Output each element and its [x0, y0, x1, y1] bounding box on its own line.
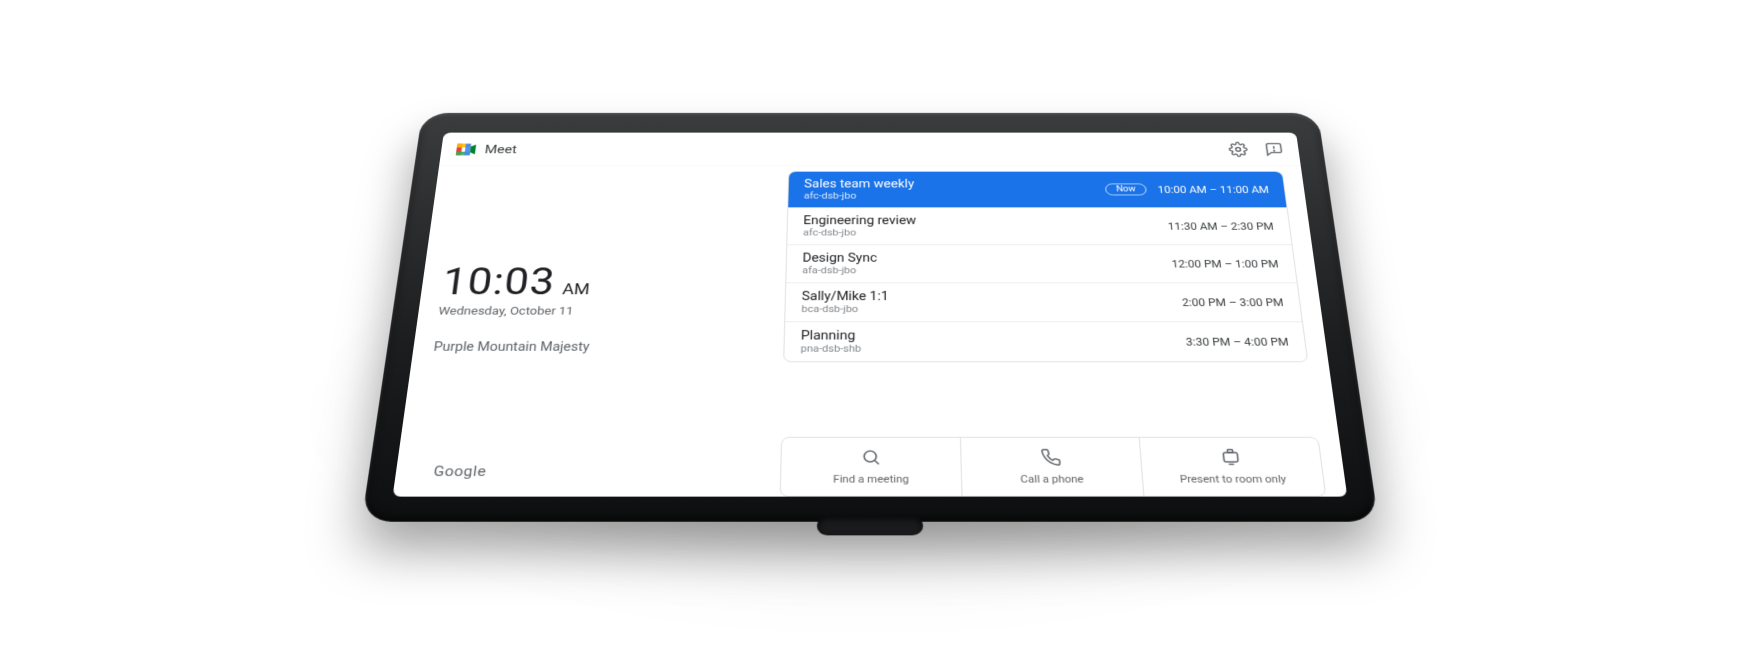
meeting-code: afc-dsb-jbo: [804, 191, 1107, 201]
room-name: Purple Mountain Majesty: [433, 340, 756, 354]
settings-icon[interactable]: [1228, 141, 1249, 156]
meeting-time: 12:00 PM – 1:00 PM: [1171, 258, 1279, 270]
meeting-item[interactable]: Sally/Mike 1:1 bca-dsb-jbo 2:00 PM – 3:0…: [785, 282, 1302, 321]
meeting-code: afc-dsb-jbo: [803, 227, 1169, 238]
feedback-icon[interactable]: [1264, 141, 1285, 156]
call-phone-button[interactable]: Call a phone: [960, 438, 1143, 496]
meeting-item[interactable]: Design Sync afa-dsb-jbo 12:00 PM – 1:00 …: [786, 244, 1296, 282]
meeting-title: Engineering review: [803, 214, 1168, 227]
action-label: Find a meeting: [833, 473, 909, 485]
meeting-title: Sally/Mike 1:1: [802, 290, 1183, 304]
tablet-device: Meet 10:03 AM: [361, 113, 1378, 522]
present-icon: [1219, 448, 1242, 469]
meeting-time: 3:30 PM – 4:00 PM: [1185, 336, 1289, 348]
search-icon: [861, 448, 882, 469]
meeting-code: bca-dsb-jbo: [801, 304, 1183, 315]
find-meeting-button[interactable]: Find a meeting: [781, 438, 962, 496]
clock-date: Wednesday, October 11: [438, 305, 757, 318]
action-label: Present to room only: [1179, 473, 1287, 485]
meeting-time: 2:00 PM – 3:00 PM: [1182, 296, 1285, 308]
present-button[interactable]: Present to room only: [1139, 438, 1326, 496]
meeting-time: 10:00 AM – 11:00 AM: [1157, 184, 1269, 195]
clock-ampm: AM: [562, 280, 591, 298]
meet-logo-icon: [456, 142, 479, 156]
meeting-code: afa-dsb-jbo: [802, 265, 1173, 276]
phone-icon: [1040, 448, 1062, 469]
action-label: Call a phone: [1020, 473, 1084, 485]
meeting-title: Planning: [801, 329, 1186, 343]
meeting-title: Sales team weekly: [804, 178, 1106, 191]
meeting-code: pna-dsb-shb: [800, 343, 1187, 354]
clock-time: 10:03: [440, 260, 558, 303]
meeting-list: Sales team weekly afc-dsb-jbo Now 10:00 …: [783, 171, 1308, 362]
top-bar: Meet: [439, 133, 1301, 167]
meeting-item-active[interactable]: Sales team weekly afc-dsb-jbo Now 10:00 …: [788, 172, 1286, 207]
action-bar: Find a meeting Call a phone: [780, 437, 1327, 497]
meeting-title: Design Sync: [802, 252, 1171, 265]
meeting-item[interactable]: Planning pna-dsb-shb 3:30 PM – 4:00 PM: [784, 321, 1307, 361]
now-badge: Now: [1105, 184, 1146, 196]
meeting-item[interactable]: Engineering review afc-dsb-jbo 11:30 AM …: [787, 207, 1291, 244]
app-title: Meet: [484, 142, 518, 156]
screen: Meet 10:03 AM: [393, 133, 1348, 497]
